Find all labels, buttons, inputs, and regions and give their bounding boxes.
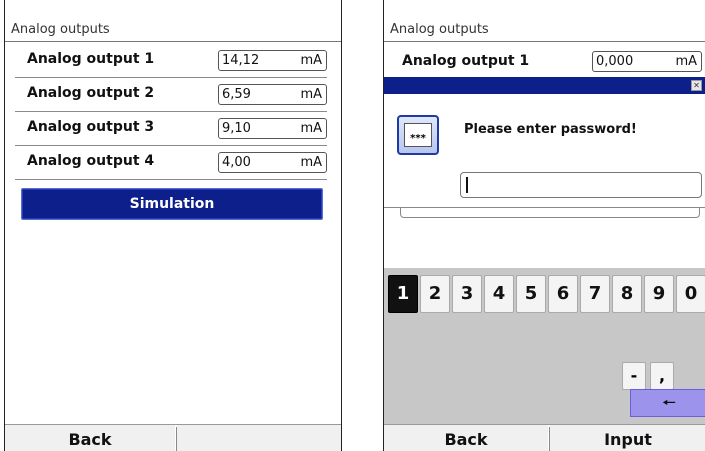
unit-text: mA bbox=[300, 53, 322, 68]
row-label: Analog output 3 bbox=[27, 119, 155, 135]
value-text: 6,59 bbox=[222, 87, 251, 102]
key-0[interactable]: 0 bbox=[676, 275, 705, 313]
key-6[interactable]: 6 bbox=[548, 275, 578, 313]
password-screen: Analog outputs Analog output 1 0,000 mA … bbox=[383, 0, 705, 451]
key-4[interactable]: 4 bbox=[484, 275, 514, 313]
row-label: Analog output 2 bbox=[27, 85, 155, 101]
value-field[interactable]: 14,12 mA bbox=[218, 50, 327, 71]
unit-text: mA bbox=[300, 121, 322, 136]
value-field[interactable]: 0,000 mA bbox=[592, 51, 702, 72]
value-text: 14,12 bbox=[222, 53, 260, 68]
key-5[interactable]: 5 bbox=[516, 275, 546, 313]
screen-title: Analog outputs bbox=[11, 22, 110, 37]
value-text: 9,10 bbox=[222, 121, 251, 136]
back-button[interactable]: Back bbox=[5, 425, 175, 451]
analog-output-row[interactable]: Analog output 4 4,00 mA bbox=[15, 146, 327, 180]
numeric-keyboard: 1 2 3 4 5 6 7 8 9 0 - , 🠔 bbox=[384, 268, 705, 425]
unit-text: mA bbox=[300, 87, 322, 102]
right-softkey[interactable] bbox=[177, 425, 341, 451]
backspace-key[interactable]: 🠔 bbox=[630, 389, 705, 417]
simulation-button[interactable]: Simulation bbox=[21, 188, 323, 220]
backspace-icon: 🠔 bbox=[661, 393, 676, 412]
analog-outputs-screen: Analog outputs Analog output 1 14,12 mA … bbox=[4, 0, 342, 451]
key-9[interactable]: 9 bbox=[644, 275, 674, 313]
dialog-message: Please enter password! bbox=[464, 122, 637, 137]
divider bbox=[5, 41, 341, 42]
row-label: Analog output 1 bbox=[27, 51, 155, 67]
dialog-titlebar: ✕ bbox=[384, 77, 705, 94]
key-2[interactable]: 2 bbox=[420, 275, 450, 313]
password-dialog: *** Please enter password! bbox=[384, 94, 705, 208]
row-label: Analog output 1 bbox=[402, 53, 530, 69]
analog-output-row[interactable]: Analog output 2 6,59 mA bbox=[15, 78, 327, 112]
analog-output-row[interactable]: Analog output 1 14,12 mA bbox=[15, 44, 327, 78]
text-cursor bbox=[466, 177, 468, 193]
password-input[interactable] bbox=[460, 172, 702, 198]
key-comma[interactable]: , bbox=[650, 362, 674, 390]
value-text: 4,00 bbox=[222, 155, 251, 170]
unit-text: mA bbox=[675, 54, 697, 69]
key-minus[interactable]: - bbox=[622, 362, 646, 390]
divider bbox=[384, 41, 705, 42]
key-1[interactable]: 1 bbox=[388, 275, 418, 313]
value-field[interactable]: 4,00 mA bbox=[218, 152, 327, 173]
analog-output-row[interactable]: Analog output 1 0,000 mA bbox=[390, 48, 705, 74]
password-icon-glyph: *** bbox=[404, 123, 432, 147]
key-3[interactable]: 3 bbox=[452, 275, 482, 313]
password-icon: *** bbox=[397, 115, 439, 155]
input-button[interactable]: Input bbox=[550, 425, 705, 451]
value-text: 0,000 bbox=[596, 54, 634, 69]
value-field[interactable]: 6,59 mA bbox=[218, 84, 327, 105]
back-button[interactable]: Back bbox=[384, 425, 548, 451]
key-7[interactable]: 7 bbox=[580, 275, 610, 313]
close-icon[interactable]: ✕ bbox=[691, 80, 702, 91]
row-label: Analog output 4 bbox=[27, 153, 155, 169]
screen-title: Analog outputs bbox=[390, 22, 489, 37]
value-field[interactable]: 9,10 mA bbox=[218, 118, 327, 139]
unit-text: mA bbox=[300, 155, 322, 170]
obscured-field bbox=[400, 207, 700, 218]
analog-output-row[interactable]: Analog output 3 9,10 mA bbox=[15, 112, 327, 146]
key-8[interactable]: 8 bbox=[612, 275, 642, 313]
